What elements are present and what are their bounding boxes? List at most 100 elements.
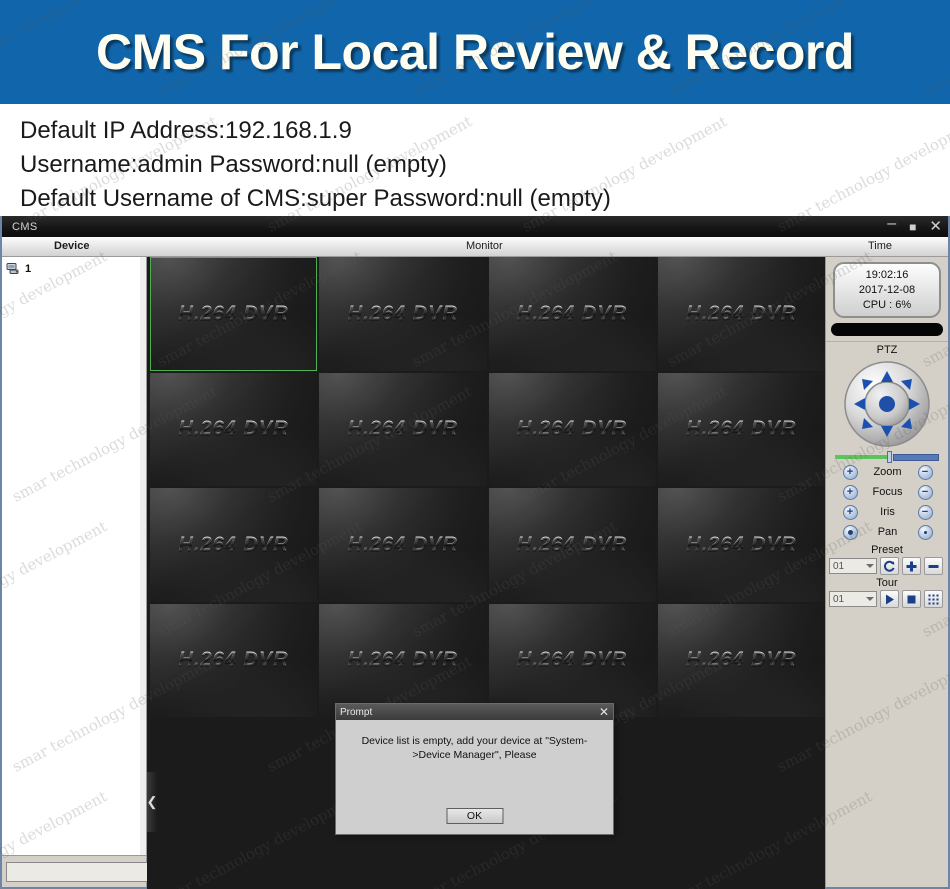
video-tile[interactable]: H.264 DVR — [658, 257, 825, 371]
ptz-joystick[interactable] — [843, 360, 931, 448]
add-preset-button[interactable] — [902, 557, 921, 575]
sidebar-footer — [2, 855, 146, 887]
dialog-close-icon[interactable]: ✕ — [599, 706, 609, 718]
video-tile[interactable]: H.264 DVR — [658, 488, 825, 602]
minus-icon — [927, 560, 940, 573]
video-tile[interactable]: H.264 DVR — [150, 257, 317, 371]
video-tile-label: H.264 DVR — [319, 418, 486, 441]
window-controls: – ■ ✕ — [887, 216, 942, 237]
device-sidebar: 1 — [2, 257, 147, 887]
video-tile[interactable]: H.264 DVR — [150, 488, 317, 602]
video-tile-label: H.264 DVR — [150, 418, 317, 441]
video-tile[interactable]: H.264 DVR — [489, 604, 656, 718]
stop-tour-button[interactable] — [902, 590, 921, 608]
iris-plus-button[interactable]: + — [843, 505, 858, 520]
info-line-cms-credentials: Default Username of CMS:super Password:n… — [20, 182, 950, 216]
pan-plus-button[interactable] — [843, 525, 858, 540]
ptz-control-row: +Zoom− — [826, 462, 949, 482]
video-tile[interactable]: H.264 DVR — [489, 488, 656, 602]
remove-preset-button[interactable] — [924, 557, 943, 575]
search-input[interactable] — [6, 862, 157, 882]
goto-preset-button[interactable] — [880, 557, 899, 575]
video-tile-label: H.264 DVR — [319, 533, 486, 556]
video-tile-grid: H.264 DVRH.264 DVRH.264 DVRH.264 DVRH.26… — [150, 257, 825, 717]
ptz-control-row: Pan — [826, 522, 949, 542]
tour-select[interactable]: 01 — [829, 591, 877, 607]
iris-plus-button-glyph: + — [847, 507, 853, 518]
clock-time: 19:02:16 — [866, 268, 909, 283]
tour-row: 01 — [826, 590, 948, 608]
tour-select-value: 01 — [833, 594, 844, 605]
computer-icon — [6, 262, 21, 275]
video-tile-label: H.264 DVR — [150, 533, 317, 556]
zoom-plus-button[interactable]: + — [843, 465, 858, 480]
start-tour-button[interactable] — [880, 590, 899, 608]
status-bar-strip — [831, 323, 943, 336]
close-icon[interactable]: ✕ — [929, 220, 942, 234]
cpu-usage: CPU : 6% — [863, 298, 911, 313]
tour-section-title: Tour — [826, 577, 948, 589]
clock-date: 2017-12-08 — [859, 283, 915, 298]
page-title: CMS For Local Review & Record — [96, 23, 854, 81]
chevron-down-icon — [866, 597, 874, 601]
video-tile[interactable]: H.264 DVR — [150, 373, 317, 487]
stop-icon — [905, 593, 918, 606]
video-tile[interactable]: H.264 DVR — [489, 257, 656, 371]
speed-slider-knob[interactable] — [887, 451, 892, 463]
video-tile[interactable]: H.264 DVR — [319, 257, 486, 371]
iris-label: Iris — [862, 506, 914, 518]
video-tile[interactable]: H.264 DVR — [150, 604, 317, 718]
info-block: Default IP Address:192.168.1.9 Username:… — [0, 104, 950, 216]
video-tile-label: H.264 DVR — [658, 302, 825, 325]
iris-minus-button-glyph: − — [922, 507, 928, 518]
video-tile[interactable]: H.264 DVR — [319, 488, 486, 602]
preset-row: 01 — [826, 557, 948, 575]
dot-icon — [924, 531, 927, 534]
window-title: CMS — [12, 221, 38, 233]
video-tile-label: H.264 DVR — [150, 649, 317, 672]
pan-minus-button[interactable] — [918, 525, 933, 540]
ptz-control-row: +Focus− — [826, 482, 949, 502]
video-tile[interactable]: H.264 DVR — [658, 604, 825, 718]
video-tile-label: H.264 DVR — [489, 418, 656, 441]
video-tile-label: H.264 DVR — [319, 302, 486, 325]
video-tile[interactable]: H.264 DVR — [319, 604, 486, 718]
prompt-dialog: Prompt ✕ Device list is empty, add your … — [335, 703, 614, 835]
dot-icon — [848, 530, 853, 535]
dialog-ok-button[interactable]: OK — [446, 808, 503, 824]
cms-application-window: CMS – ■ ✕ Device Monitor Time — [0, 216, 950, 889]
page-banner: CMS For Local Review & Record — [0, 0, 950, 104]
zoom-minus-button-glyph: − — [922, 467, 928, 478]
panel-header-strip: Device Monitor Time — [2, 237, 948, 257]
ptz-section-title: PTZ — [826, 341, 948, 356]
zoom-minus-button[interactable]: − — [918, 465, 933, 480]
grid-icon — [927, 593, 940, 606]
ptz-right-panel: 19:02:16 2017-12-08 CPU : 6% PTZ — [825, 257, 948, 887]
video-tile[interactable]: H.264 DVR — [319, 373, 486, 487]
edit-tour-button[interactable] — [924, 590, 943, 608]
focus-plus-button[interactable]: + — [843, 485, 858, 500]
window-titlebar: CMS – ■ ✕ — [2, 216, 948, 237]
cycle-icon — [883, 560, 896, 573]
dialog-message: Device list is empty, add your device at… — [354, 734, 595, 762]
sidebar-collapse-handle[interactable]: ❮ — [147, 772, 157, 832]
video-tile[interactable]: H.264 DVR — [489, 373, 656, 487]
info-line-ip: Default IP Address:192.168.1.9 — [20, 114, 950, 148]
preset-section-title: Preset — [826, 544, 948, 556]
ptz-speed-slider[interactable] — [835, 452, 939, 462]
video-tile-label: H.264 DVR — [489, 649, 656, 672]
video-tile-label: H.264 DVR — [489, 302, 656, 325]
minimize-icon[interactable]: – — [887, 217, 896, 231]
clock-display: 19:02:16 2017-12-08 CPU : 6% — [833, 262, 941, 318]
iris-minus-button[interactable]: − — [918, 505, 933, 520]
video-tile-label: H.264 DVR — [489, 533, 656, 556]
sidebar-scrollbar[interactable] — [140, 257, 146, 855]
maximize-icon[interactable]: ■ — [909, 220, 916, 234]
play-icon — [883, 593, 896, 606]
time-panel-label: Time — [868, 240, 892, 252]
focus-minus-button[interactable]: − — [918, 485, 933, 500]
chevron-down-icon — [866, 564, 874, 568]
preset-select[interactable]: 01 — [829, 558, 877, 574]
video-tile[interactable]: H.264 DVR — [658, 373, 825, 487]
device-tree-item[interactable]: 1 — [2, 260, 146, 277]
